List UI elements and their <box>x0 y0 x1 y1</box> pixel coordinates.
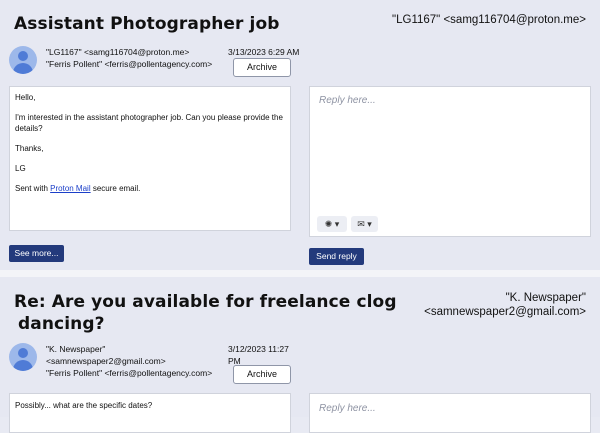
archive-button[interactable]: Archive <box>233 58 291 77</box>
subject-line-1: Re: Are you available for freelance clog <box>14 292 397 312</box>
proton-mail-link[interactable]: Proton Mail <box>50 184 90 193</box>
sender-name: "K. Newspaper" <box>46 344 106 354</box>
email-card: Re: Are you available for freelance clog… <box>0 277 600 433</box>
template-button[interactable]: ✉ ▾ <box>351 216 378 232</box>
body-text: I'm interested in the assistant photogra… <box>15 113 283 133</box>
reply-placeholder: Reply here... <box>319 95 376 106</box>
header-from-name: "K. Newspaper" <box>505 292 586 304</box>
archive-button[interactable]: Archive <box>233 365 291 384</box>
recipient-line: "Ferris Pollent" <ferris@pollentagency.c… <box>46 368 213 378</box>
email-date: 3/13/2023 6:29 AM <box>228 47 300 57</box>
body-text: Possibly... what are the specific dates? <box>15 401 153 410</box>
date-line-1: 3/12/2023 11:27 <box>228 344 289 354</box>
body-greeting: Hello, <box>15 93 36 102</box>
recipient-line: "Ferris Pollent" <ferris@pollentagency.c… <box>46 59 213 69</box>
avatar-body-icon <box>13 63 33 74</box>
body-signoff: LG <box>15 164 26 173</box>
chevron-down-icon: ▾ <box>334 219 340 229</box>
avatar-body-icon <box>13 360 33 371</box>
body-signature: Sent with Proton Mail secure email. <box>15 183 285 194</box>
avatar <box>9 46 37 74</box>
envelope-icon: ✉ <box>357 219 365 229</box>
reply-placeholder: Reply here... <box>319 403 376 414</box>
signature-suffix: secure email. <box>90 184 141 193</box>
avatar <box>9 343 37 371</box>
send-reply-button[interactable]: Send reply <box>309 248 364 265</box>
body-thanks: Thanks, <box>15 144 44 153</box>
reply-textarea[interactable]: Reply here... ✺ ▾ ✉ ▾ <box>309 86 591 237</box>
email-subject: Re: Are you available for freelance clog… <box>14 291 397 335</box>
reply-textarea[interactable]: Reply here... <box>309 393 591 433</box>
email-participants: "K. Newspaper" <samnewspaper2@gmail.com>… <box>46 343 212 379</box>
email-date: 3/12/2023 11:27 PM <box>228 343 289 367</box>
see-more-button[interactable]: See more... <box>9 245 64 262</box>
signature-prefix: Sent with <box>15 184 51 193</box>
avatar-head-icon <box>18 348 28 358</box>
card-divider <box>0 270 600 277</box>
sender-line: "LG1167" <samg116704@proton.me> <box>46 47 190 57</box>
email-subject: Assistant Photographer job <box>14 14 280 34</box>
sender-email: <samnewspaper2@gmail.com> <box>46 356 166 366</box>
email-card: Assistant Photographer job "LG1167" <sam… <box>0 0 600 271</box>
email-body: Possibly... what are the specific dates? <box>9 393 291 433</box>
openai-icon: ✺ <box>324 219 333 229</box>
subject-line-2: dancing? <box>18 314 105 334</box>
header-from-email: <samnewspaper2@gmail.com> <box>424 306 586 318</box>
avatar-head-icon <box>18 51 28 61</box>
email-participants: "LG1167" <samg116704@proton.me> "Ferris … <box>46 46 212 70</box>
email-body: Hello, I'm interested in the assistant p… <box>9 86 291 231</box>
header-from: "LG1167" <samg116704@proton.me> <box>392 14 586 26</box>
header-from: "K. Newspaper" <samnewspaper2@gmail.com> <box>424 291 586 319</box>
chevron-down-icon: ▾ <box>367 219 372 229</box>
ai-assist-button[interactable]: ✺ ▾ <box>317 216 347 232</box>
